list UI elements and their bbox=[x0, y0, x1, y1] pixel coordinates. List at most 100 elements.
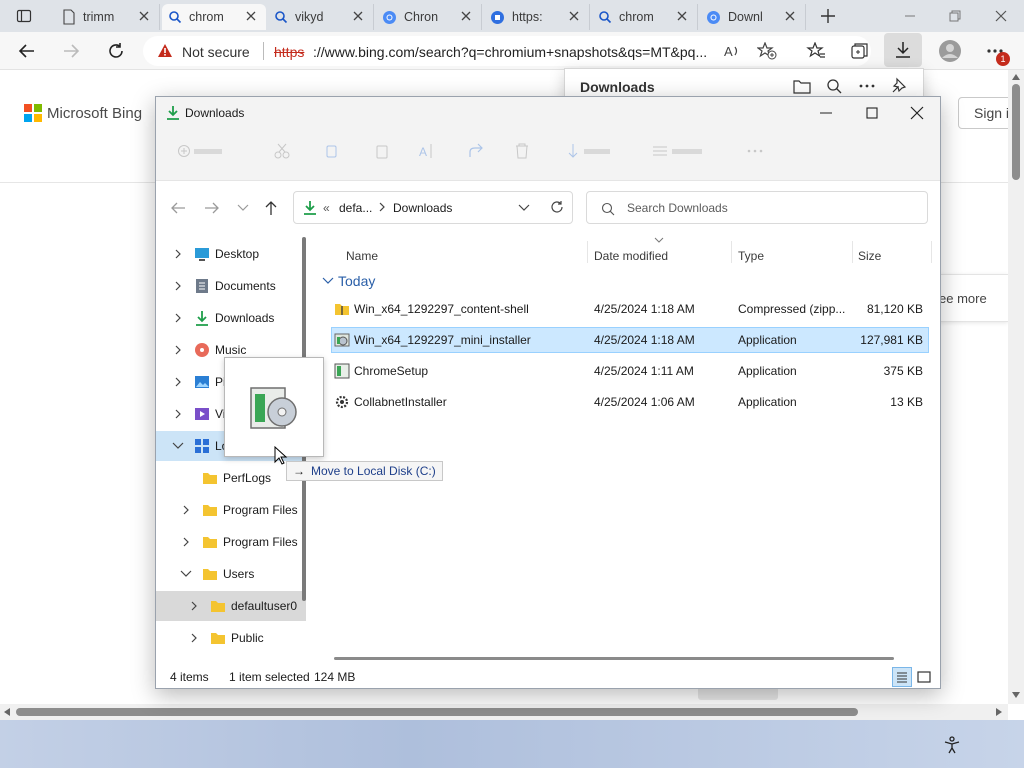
column-header-name[interactable]: Name bbox=[346, 249, 378, 263]
see-more-card[interactable]: ee more bbox=[930, 274, 1008, 322]
file-row[interactable]: Win_x64_1292297_content-shell 4/25/2024 … bbox=[331, 296, 929, 322]
scroll-left-icon[interactable] bbox=[4, 708, 10, 716]
forward-icon[interactable] bbox=[204, 201, 220, 215]
tab-2[interactable]: vikyd bbox=[268, 4, 374, 30]
sidebar-item-perflogs[interactable]: PerfLogs bbox=[156, 463, 306, 493]
share-icon[interactable] bbox=[468, 143, 484, 159]
column-divider[interactable] bbox=[852, 241, 853, 263]
tab-actions-icon[interactable] bbox=[16, 8, 32, 24]
horizontal-scroll-thumb[interactable] bbox=[16, 708, 858, 716]
tab-3[interactable]: Chron bbox=[376, 4, 482, 30]
chevron-down-icon[interactable] bbox=[172, 442, 184, 450]
minimize-icon[interactable] bbox=[818, 105, 834, 121]
favorites-icon[interactable] bbox=[806, 42, 826, 60]
see-more-link[interactable]: ee more bbox=[939, 291, 987, 306]
restore-icon[interactable] bbox=[947, 8, 963, 24]
close-icon[interactable] bbox=[909, 105, 925, 121]
sort-icon[interactable] bbox=[568, 143, 618, 159]
favorite-add-icon[interactable] bbox=[757, 42, 777, 60]
column-header-date-modified[interactable]: Date modified bbox=[594, 249, 668, 263]
search-icon[interactable] bbox=[826, 78, 842, 94]
search-box[interactable]: Search Downloads bbox=[586, 191, 928, 224]
accessibility-icon[interactable] bbox=[943, 736, 961, 754]
url-bar[interactable]: Not secure https ://www.bing.com/search?… bbox=[143, 36, 871, 66]
close-icon[interactable] bbox=[244, 9, 258, 23]
maximize-icon[interactable] bbox=[864, 105, 880, 121]
chevron-right-icon[interactable] bbox=[174, 312, 182, 324]
new-tab-icon[interactable] bbox=[820, 8, 836, 24]
tab-1[interactable]: chrom bbox=[162, 4, 266, 30]
close-icon[interactable] bbox=[351, 9, 365, 23]
bing-logo[interactable]: Microsoft Bing bbox=[24, 104, 142, 122]
vertical-scrollbar[interactable] bbox=[1008, 70, 1024, 704]
new-icon[interactable] bbox=[178, 143, 228, 159]
chevron-right-icon[interactable] bbox=[378, 201, 386, 213]
chevron-right-icon[interactable] bbox=[190, 600, 198, 612]
back-icon[interactable] bbox=[18, 43, 36, 59]
chevron-right-icon[interactable] bbox=[174, 248, 182, 260]
chevron-right-icon[interactable] bbox=[182, 536, 190, 548]
column-divider[interactable] bbox=[587, 241, 588, 263]
column-divider[interactable] bbox=[731, 241, 732, 263]
group-header-today[interactable]: Today bbox=[322, 273, 375, 289]
recent-locations-icon[interactable] bbox=[237, 204, 249, 212]
delete-icon[interactable] bbox=[514, 143, 530, 159]
scroll-right-icon[interactable] bbox=[996, 708, 1002, 716]
file-row[interactable]: Win_x64_1292297_mini_installer 4/25/2024… bbox=[331, 327, 929, 353]
horizontal-scrollbar[interactable] bbox=[0, 704, 1008, 720]
sidebar-item-defaultuser0[interactable]: defaultuser0 bbox=[156, 591, 306, 621]
close-icon[interactable] bbox=[675, 9, 689, 23]
warning-icon[interactable] bbox=[157, 43, 173, 59]
chevron-down-icon[interactable] bbox=[180, 570, 192, 578]
tab-0[interactable]: trimm bbox=[56, 4, 160, 30]
chevron-right-icon[interactable] bbox=[190, 632, 198, 644]
close-icon[interactable] bbox=[567, 9, 581, 23]
chevron-right-icon[interactable] bbox=[174, 408, 182, 420]
refresh-icon[interactable] bbox=[550, 200, 564, 214]
tab-5[interactable]: chrom bbox=[592, 4, 698, 30]
details-view-icon[interactable] bbox=[892, 667, 912, 687]
profile-avatar-icon[interactable] bbox=[938, 39, 962, 63]
up-icon[interactable] bbox=[264, 200, 278, 216]
breadcrumb-overflow[interactable]: « bbox=[323, 201, 330, 215]
column-header-type[interactable]: Type bbox=[738, 249, 764, 263]
sidebar-item-program-files[interactable]: Program Files bbox=[156, 495, 306, 525]
paste-icon[interactable] bbox=[374, 143, 390, 159]
chevron-down-icon[interactable] bbox=[518, 204, 530, 212]
more-options-icon[interactable] bbox=[858, 78, 876, 94]
file-row[interactable]: CollabnetInstaller 4/25/2024 1:06 AM App… bbox=[331, 389, 929, 415]
sidebar-item-downloads[interactable]: Downloads bbox=[156, 303, 306, 333]
minimize-icon[interactable] bbox=[902, 8, 918, 24]
sidebar-item-public[interactable]: Public bbox=[156, 623, 306, 653]
scroll-up-icon[interactable] bbox=[1012, 74, 1020, 80]
scroll-down-icon[interactable] bbox=[1012, 692, 1020, 698]
cut-icon[interactable] bbox=[274, 143, 290, 159]
content-horizontal-scrollbar[interactable] bbox=[334, 657, 894, 660]
back-icon[interactable] bbox=[170, 201, 186, 215]
column-divider[interactable] bbox=[931, 241, 932, 263]
view-icon[interactable] bbox=[652, 143, 708, 159]
rename-icon[interactable]: A bbox=[418, 143, 434, 159]
read-aloud-icon[interactable]: A bbox=[723, 42, 741, 60]
sidebar-item-program-files-x86[interactable]: Program Files bbox=[156, 527, 306, 557]
open-folder-icon[interactable] bbox=[793, 78, 811, 94]
copy-icon[interactable] bbox=[324, 143, 340, 159]
chevron-right-icon[interactable] bbox=[174, 376, 182, 388]
breadcrumb-current[interactable]: Downloads bbox=[393, 201, 452, 215]
vertical-scroll-thumb[interactable] bbox=[1012, 84, 1020, 180]
security-label[interactable]: Not secure bbox=[182, 44, 250, 60]
window-close-icon[interactable] bbox=[993, 8, 1009, 24]
breadcrumb[interactable]: « defa... Downloads bbox=[293, 191, 573, 224]
see-more-options-icon[interactable] bbox=[746, 143, 764, 159]
pin-icon[interactable] bbox=[891, 77, 907, 95]
downloads-button[interactable] bbox=[884, 33, 922, 67]
explorer-title-bar[interactable]: Downloads bbox=[156, 97, 940, 129]
column-header-size[interactable]: Size bbox=[858, 249, 881, 263]
collections-icon[interactable] bbox=[850, 42, 870, 60]
chevron-right-icon[interactable] bbox=[174, 280, 182, 292]
file-row[interactable]: ChromeSetup 4/25/2024 1:11 AM Applicatio… bbox=[331, 358, 929, 384]
refresh-icon[interactable] bbox=[107, 42, 125, 60]
tiles-view-icon[interactable] bbox=[916, 669, 932, 685]
close-icon[interactable] bbox=[783, 9, 797, 23]
sidebar-item-users[interactable]: Users bbox=[156, 559, 306, 589]
